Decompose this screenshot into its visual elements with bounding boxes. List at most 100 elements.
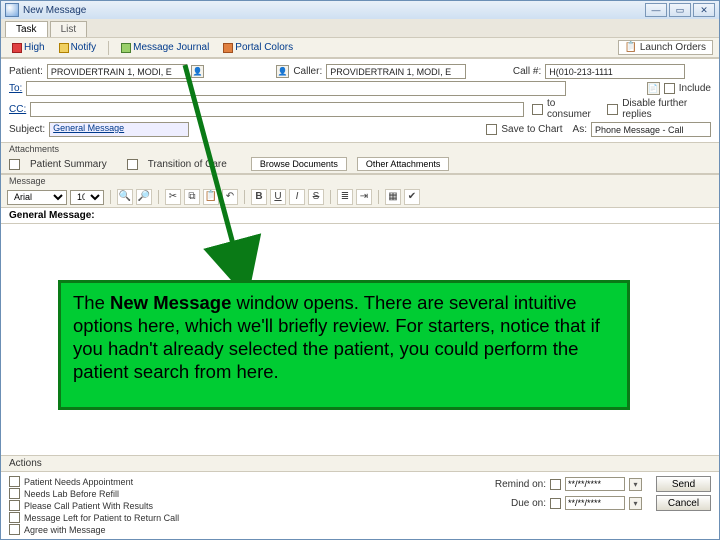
patient-search-button[interactable]: 👤 [191, 65, 204, 78]
titlebar: New Message — ▭ ✕ [1, 1, 719, 19]
callout-pre: The [73, 292, 110, 313]
send-button[interactable]: Send [656, 476, 711, 492]
due-label: Due on: [511, 498, 546, 509]
message-heading: General Message: [1, 208, 719, 224]
disable-replies-label: Disable further replies [622, 98, 711, 120]
size-select[interactable]: 10 [70, 190, 104, 205]
due-calendar-icon[interactable]: ▾ [629, 497, 642, 510]
action5-label: Agree with Message [24, 525, 106, 535]
patient-summary-checkbox[interactable] [9, 159, 20, 170]
tab-list[interactable]: List [50, 21, 88, 37]
zoom-in-icon[interactable]: 🔍 [117, 189, 133, 205]
portal-label: Portal Colors [235, 42, 293, 53]
toolbar: High Notify Message Journal Portal Color… [1, 37, 719, 58]
action2-checkbox[interactable] [9, 488, 20, 499]
message-journal-button[interactable]: Message Journal [116, 40, 214, 55]
minimize-button[interactable]: — [645, 3, 667, 17]
launch-label: Launch Orders [640, 42, 706, 53]
notify-button[interactable]: Notify [54, 40, 102, 55]
journal-label: Message Journal [133, 42, 209, 53]
launch-orders-button[interactable]: 📋 Launch Orders [618, 40, 713, 55]
action4-label: Message Left for Patient to Return Call [24, 513, 179, 523]
browse-documents-button[interactable]: Browse Documents [251, 157, 347, 171]
cut-icon[interactable]: ✂ [165, 189, 181, 205]
undo-icon[interactable]: ↶ [222, 189, 238, 205]
save-to-chart-label: Save to Chart [501, 124, 562, 135]
patient-summary-label: Patient Summary [30, 159, 107, 170]
to-field[interactable] [26, 81, 566, 96]
bold-button[interactable]: B [251, 189, 267, 205]
call-number-field[interactable] [545, 64, 685, 79]
maximize-button[interactable]: ▭ [669, 3, 691, 17]
high-label: High [24, 42, 45, 53]
journal-icon [121, 43, 131, 53]
cc-label[interactable]: CC: [9, 104, 26, 115]
due-checkbox[interactable] [550, 498, 561, 509]
caller-field[interactable] [326, 64, 466, 79]
spell-icon[interactable]: ✔ [404, 189, 420, 205]
copy-icon[interactable]: ⧉ [184, 189, 200, 205]
high-priority-button[interactable]: High [7, 40, 50, 55]
call-number-label: Call #: [513, 66, 541, 77]
include-label: Include [679, 83, 711, 94]
attachments-bar: Patient Summary Transition of Care Brows… [1, 155, 719, 174]
caller-search-button[interactable]: 👤 [276, 65, 289, 78]
tab-bar: Task List [1, 19, 719, 37]
new-message-window: New Message — ▭ ✕ Task List High Notify … [0, 0, 720, 540]
underline-button[interactable]: U [270, 189, 286, 205]
cancel-button[interactable]: Cancel [656, 495, 711, 511]
header-fields: Patient: 👤 👤 Caller: Call #: To: 📄 Inclu… [1, 58, 719, 143]
app-icon [5, 3, 19, 17]
due-date-field[interactable] [565, 496, 625, 510]
remind-date-field[interactable] [565, 477, 625, 491]
remind-calendar-icon[interactable]: ▾ [629, 478, 642, 491]
window-title: New Message [23, 5, 86, 16]
as-label: As: [573, 124, 587, 135]
palette-icon [223, 43, 233, 53]
remind-label: Remind on: [495, 479, 546, 490]
subject-label: Subject: [9, 124, 45, 135]
other-attachments-button[interactable]: Other Attachments [357, 157, 450, 171]
paste-icon[interactable]: 📋 [203, 189, 219, 205]
close-button[interactable]: ✕ [693, 3, 715, 17]
save-as-field[interactable] [591, 122, 711, 137]
action5-checkbox[interactable] [9, 524, 20, 535]
to-label[interactable]: To: [9, 83, 22, 94]
to-consumer-checkbox[interactable] [532, 104, 543, 115]
list-button[interactable]: ≣ [337, 189, 353, 205]
tutorial-callout: The New Message window opens. There are … [58, 280, 630, 410]
transition-checkbox[interactable] [127, 159, 138, 170]
zoom-out-icon[interactable]: 🔎 [136, 189, 152, 205]
font-select[interactable]: Arial [7, 190, 67, 205]
doc-icon[interactable]: 📄 [647, 82, 660, 95]
actions-area: Patient Needs Appointment Needs Lab Befo… [1, 471, 719, 539]
subject-field[interactable]: General Message [49, 122, 189, 137]
patient-field[interactable] [47, 64, 187, 79]
indent-button[interactable]: ⇥ [356, 189, 372, 205]
transition-label: Transition of Care [148, 159, 227, 170]
portal-colors-button[interactable]: Portal Colors [218, 40, 298, 55]
cc-field[interactable] [30, 102, 524, 117]
caller-label: Caller: [293, 66, 322, 77]
notify-label: Notify [71, 42, 97, 53]
action4-checkbox[interactable] [9, 512, 20, 523]
action2-label: Needs Lab Before Refill [24, 489, 119, 499]
message-label: Message [1, 174, 719, 187]
editor-toolbar: Arial 10 🔍 🔎 ✂ ⧉ 📋 ↶ B U I S ≣ ⇥ ▦ ✔ [1, 187, 719, 208]
bell-icon [59, 43, 69, 53]
action3-label: Please Call Patient With Results [24, 501, 153, 511]
save-to-chart-checkbox[interactable] [486, 124, 497, 135]
action1-checkbox[interactable] [9, 476, 20, 487]
tab-task[interactable]: Task [5, 21, 48, 37]
disable-replies-checkbox[interactable] [607, 104, 618, 115]
right-actions: Remind on: ▾ Send Due on: ▾ Cancel [495, 476, 711, 535]
italic-button[interactable]: I [289, 189, 305, 205]
insert-icon[interactable]: ▦ [385, 189, 401, 205]
patient-label: Patient: [9, 66, 43, 77]
to-consumer-label: to consumer [547, 98, 597, 120]
include-checkbox[interactable] [664, 83, 675, 94]
remind-checkbox[interactable] [550, 479, 561, 490]
action-checklist: Patient Needs Appointment Needs Lab Befo… [9, 476, 179, 535]
action3-checkbox[interactable] [9, 500, 20, 511]
strike-button[interactable]: S [308, 189, 324, 205]
